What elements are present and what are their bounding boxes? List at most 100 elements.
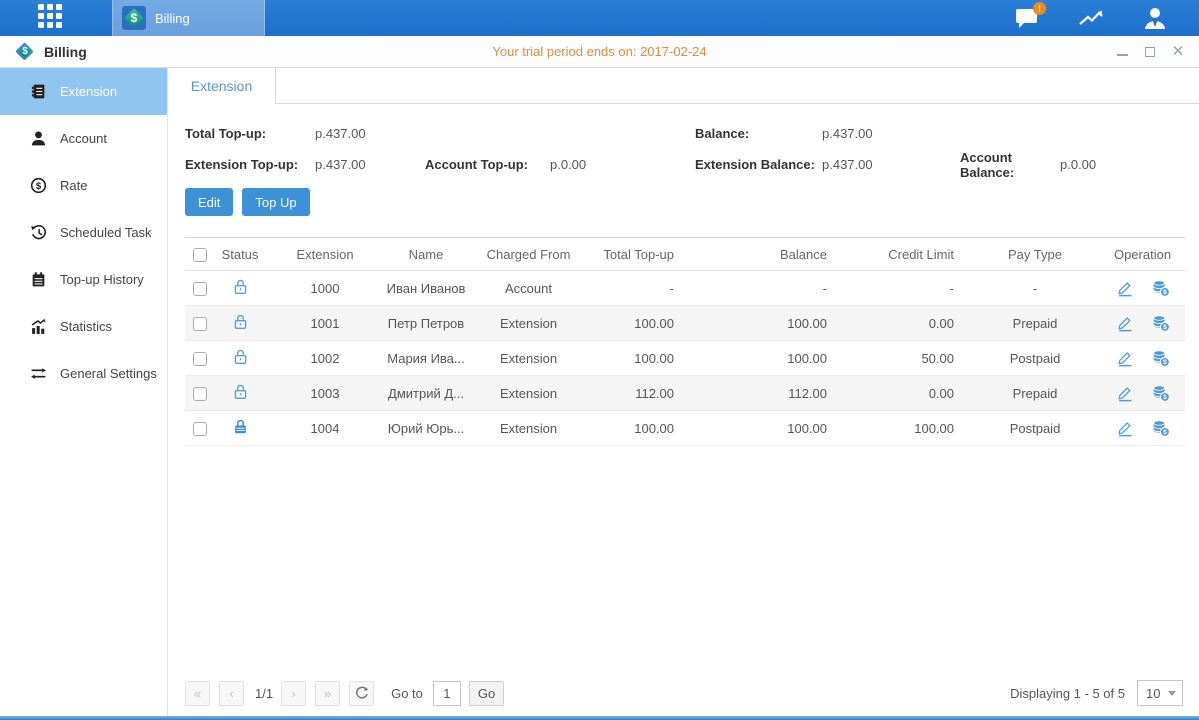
sidebar-item-scheduled-task[interactable]: Scheduled Task bbox=[0, 209, 167, 256]
cell-extension: 1002 bbox=[265, 341, 385, 376]
topup-row-icon[interactable]: $ bbox=[1152, 349, 1170, 367]
sidebar-item-statistics[interactable]: Statistics bbox=[0, 303, 167, 350]
maximize-button[interactable] bbox=[1143, 45, 1157, 59]
account-icon bbox=[30, 130, 48, 147]
cell-extension: 1001 bbox=[265, 306, 385, 341]
edit-row-icon[interactable] bbox=[1116, 419, 1134, 437]
total-topup-label: Total Top-up: bbox=[185, 126, 315, 141]
cell-balance: 112.00 bbox=[690, 376, 843, 411]
topup-row-icon[interactable]: $ bbox=[1152, 384, 1170, 402]
taskbar-billing-tab[interactable]: $ Billing bbox=[112, 0, 265, 36]
extension-topup-label: Extension Top-up: bbox=[185, 157, 315, 172]
cell-credit-limit: 50.00 bbox=[843, 341, 970, 376]
displaying-count: Displaying 1 - 5 of 5 bbox=[1010, 686, 1125, 701]
sidebar-item-rate[interactable]: $ Rate bbox=[0, 162, 167, 209]
page-size-select[interactable]: 10 bbox=[1137, 680, 1183, 706]
account-topup-value: p.0.00 bbox=[550, 157, 695, 172]
account-topup-label: Account Top-up: bbox=[425, 157, 550, 172]
cell-charged-from: Account bbox=[467, 271, 590, 306]
edit-row-icon[interactable] bbox=[1116, 314, 1134, 332]
go-button[interactable]: Go bbox=[469, 681, 504, 706]
edit-row-icon[interactable] bbox=[1116, 349, 1134, 367]
statistics-chart-icon[interactable] bbox=[1077, 4, 1105, 32]
cell-pay-type: - bbox=[970, 271, 1100, 306]
sidebar-item-label: Extension bbox=[60, 84, 117, 99]
user-account-icon[interactable] bbox=[1141, 4, 1169, 32]
topup-history-icon bbox=[30, 271, 48, 288]
extension-table: Status Extension Name Charged From Total… bbox=[185, 237, 1185, 446]
scheduled-task-icon bbox=[30, 224, 48, 241]
row-checkbox[interactable] bbox=[193, 387, 207, 401]
topup-row-icon[interactable]: $ bbox=[1152, 314, 1170, 332]
cell-total-topup: - bbox=[590, 271, 690, 306]
refresh-button[interactable] bbox=[349, 681, 374, 706]
cell-charged-from: Extension bbox=[467, 411, 590, 446]
topup-row-icon[interactable]: $ bbox=[1152, 419, 1170, 437]
first-page-button[interactable]: « bbox=[185, 681, 210, 706]
row-checkbox[interactable] bbox=[193, 422, 207, 436]
edit-row-icon[interactable] bbox=[1116, 384, 1134, 402]
table-row: 1002Мария Ива...Extension100.00100.0050.… bbox=[185, 341, 1185, 376]
sidebar-item-general-settings[interactable]: General Settings bbox=[0, 350, 167, 397]
svg-text:$: $ bbox=[1163, 394, 1167, 401]
row-checkbox[interactable] bbox=[193, 352, 207, 366]
cell-total-topup: 100.00 bbox=[590, 341, 690, 376]
col-charged-from: Charged From bbox=[467, 238, 590, 271]
statistics-icon bbox=[30, 318, 48, 335]
account-balance-label: Account Balance: bbox=[960, 150, 1060, 180]
window-bottom-edge bbox=[0, 716, 1199, 720]
tab-extension[interactable]: Extension bbox=[168, 68, 276, 104]
sidebar-item-label: Scheduled Task bbox=[60, 225, 152, 240]
refresh-icon bbox=[355, 686, 369, 700]
cell-credit-limit: - bbox=[843, 271, 970, 306]
sidebar-item-account[interactable]: Account bbox=[0, 115, 167, 162]
cell-total-topup: 112.00 bbox=[590, 376, 690, 411]
goto-page-input[interactable] bbox=[433, 681, 461, 706]
topup-row-icon[interactable]: $ bbox=[1152, 279, 1170, 297]
edit-button[interactable]: Edit bbox=[185, 188, 233, 216]
extension-balance-label: Extension Balance: bbox=[695, 157, 822, 172]
minimize-button[interactable] bbox=[1115, 45, 1129, 59]
sidebar-item-label: Top-up History bbox=[60, 272, 144, 287]
cell-credit-limit: 0.00 bbox=[843, 376, 970, 411]
sidebar-item-topup-history[interactable]: Top-up History bbox=[0, 256, 167, 303]
window-title: Billing bbox=[44, 44, 87, 60]
cell-pay-type: Postpaid bbox=[970, 341, 1100, 376]
row-checkbox[interactable] bbox=[193, 317, 207, 331]
general-settings-icon bbox=[30, 365, 48, 382]
svg-text:$: $ bbox=[1163, 289, 1167, 296]
pagination-bar: « ‹ 1/1 › » Go to Go Displaying 1 - 5 of… bbox=[185, 680, 1183, 706]
sidebar-item-label: Statistics bbox=[60, 319, 112, 334]
select-all-checkbox[interactable] bbox=[193, 248, 207, 262]
next-page-button[interactable]: › bbox=[281, 681, 306, 706]
table-row: 1004Юрий Юрь...Extension100.00100.00100.… bbox=[185, 411, 1185, 446]
cell-balance: - bbox=[690, 271, 843, 306]
status-locked-icon bbox=[232, 423, 249, 438]
col-operation: Operation bbox=[1100, 238, 1185, 271]
tab-bar: Extension bbox=[168, 68, 1199, 104]
sidebar-item-label: Rate bbox=[60, 178, 87, 193]
row-checkbox[interactable] bbox=[193, 282, 207, 296]
cell-name: Юрий Юрь... bbox=[385, 411, 467, 446]
content-panel: Extension Total Top-up: p.437.00 Balance… bbox=[168, 68, 1199, 716]
sidebar-item-label: Account bbox=[60, 131, 107, 146]
rate-icon: $ bbox=[30, 177, 48, 194]
cell-pay-type: Prepaid bbox=[970, 306, 1100, 341]
account-balance-value: p.0.00 bbox=[1060, 157, 1096, 172]
close-button[interactable]: ✕ bbox=[1171, 45, 1185, 59]
billing-app-icon: $ bbox=[122, 6, 146, 30]
edit-row-icon[interactable] bbox=[1116, 279, 1134, 297]
col-name: Name bbox=[385, 238, 467, 271]
last-page-button[interactable]: » bbox=[315, 681, 340, 706]
cell-total-topup: 100.00 bbox=[590, 306, 690, 341]
messages-icon[interactable]: ! bbox=[1013, 4, 1041, 32]
cell-charged-from: Extension bbox=[467, 341, 590, 376]
cell-charged-from: Extension bbox=[467, 306, 590, 341]
top-up-button[interactable]: Top Up bbox=[242, 188, 309, 216]
prev-page-button[interactable]: ‹ bbox=[219, 681, 244, 706]
taskbar-tab-label: Billing bbox=[155, 11, 190, 26]
apps-grid-icon[interactable] bbox=[38, 4, 68, 32]
cell-pay-type: Prepaid bbox=[970, 376, 1100, 411]
sidebar-item-extension[interactable]: Extension bbox=[0, 68, 167, 115]
cell-extension: 1004 bbox=[265, 411, 385, 446]
